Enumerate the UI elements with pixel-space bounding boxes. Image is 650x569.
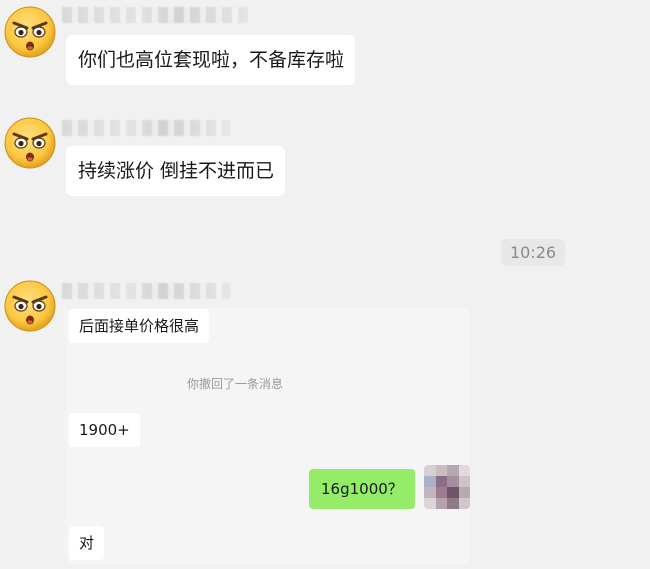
card-message: 对 <box>69 526 105 560</box>
message-bubble[interactable]: 持续涨价 倒挂不进而已 <box>66 146 286 196</box>
sender-name-blurred <box>62 120 230 136</box>
angry-face-avatar-icon[interactable] <box>2 278 58 334</box>
card-message: 1900+ <box>69 413 140 447</box>
recall-notice: 你撤回了一条消息 <box>187 377 284 391</box>
card-self-message: 16g1000？ <box>309 469 415 509</box>
sender-name-blurred <box>62 283 230 299</box>
card-message: 后面接单价格很高 <box>69 309 210 343</box>
angry-face-avatar-icon[interactable] <box>2 115 58 171</box>
message-bubble[interactable]: 你们也高位套现啦，不备库存啦 <box>66 35 356 85</box>
sender-name-blurred <box>62 7 252 23</box>
pixelated-avatar-icon <box>424 465 470 509</box>
angry-face-avatar-icon[interactable] <box>2 4 58 60</box>
timestamp-badge: 10:26 <box>501 239 565 266</box>
